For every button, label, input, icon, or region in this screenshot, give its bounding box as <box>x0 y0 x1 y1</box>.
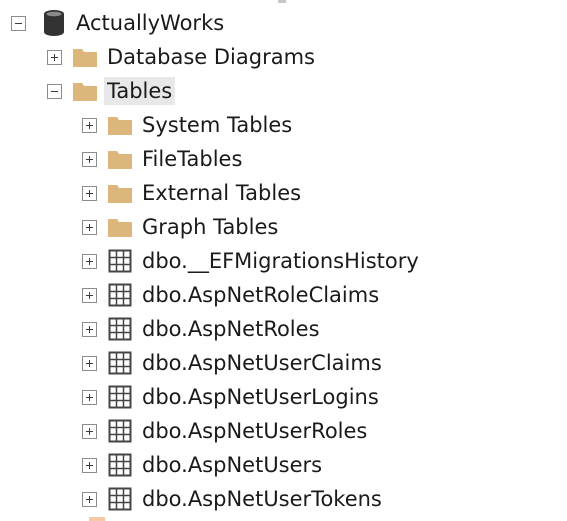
table-icon <box>106 281 134 309</box>
folder-label[interactable]: External Tables <box>139 179 304 207</box>
expand-toggle[interactable] <box>82 253 97 269</box>
folder-label[interactable]: FileTables <box>139 145 245 173</box>
expand-toggle[interactable] <box>47 49 62 65</box>
tree-node-table[interactable]: dbo.AspNetUserClaims <box>82 346 385 380</box>
tree-node-system-tables[interactable]: System Tables <box>82 108 295 142</box>
database-label[interactable]: ActuallyWorks <box>73 9 227 37</box>
table-label[interactable]: dbo.AspNetRoleClaims <box>139 281 382 309</box>
table-label[interactable]: dbo.AspNetUsers <box>139 451 325 479</box>
tree-node-external-tables[interactable]: External Tables <box>82 176 304 210</box>
folder-label[interactable]: Database Diagrams <box>104 43 318 71</box>
table-icon <box>106 247 134 275</box>
expand-toggle[interactable] <box>82 287 97 303</box>
object-explorer-tree: ActuallyWorks Database Diagrams Tables S… <box>0 0 567 521</box>
folder-icon <box>106 111 134 139</box>
tree-node-table[interactable]: dbo.AspNetUsers <box>82 448 325 482</box>
clipped-row-above <box>278 0 286 3</box>
folder-label-selected[interactable]: Tables <box>104 77 176 105</box>
tree-node-table[interactable]: dbo.AspNetRoleClaims <box>82 278 382 312</box>
expand-toggle[interactable] <box>82 185 97 201</box>
table-label[interactable]: dbo.__EFMigrationsHistory <box>139 247 422 275</box>
expand-toggle[interactable] <box>82 423 97 439</box>
tree-node-table[interactable]: dbo.AspNetRoles <box>82 312 323 346</box>
expand-toggle[interactable] <box>82 219 97 235</box>
tree-node-table[interactable]: dbo.__EFMigrationsHistory <box>82 244 422 278</box>
expand-toggle[interactable] <box>82 457 97 473</box>
table-label[interactable]: dbo.AspNetUserTokens <box>139 485 385 513</box>
folder-icon <box>71 43 99 71</box>
tree-node-tables[interactable]: Tables <box>47 74 176 108</box>
folder-icon <box>106 179 134 207</box>
expand-toggle[interactable] <box>82 389 97 405</box>
folder-icon <box>106 213 134 241</box>
folder-icon <box>106 145 134 173</box>
folder-icon <box>71 77 99 105</box>
table-label[interactable]: dbo.AspNetUserClaims <box>139 349 385 377</box>
table-label[interactable]: dbo.AspNetRoles <box>139 315 323 343</box>
expand-toggle[interactable] <box>82 355 97 371</box>
collapse-toggle[interactable] <box>47 83 62 99</box>
table-icon <box>106 349 134 377</box>
clipped-row-below <box>89 517 105 521</box>
tree-node-table[interactable]: dbo.AspNetUserLogins <box>82 380 382 414</box>
table-icon <box>106 383 134 411</box>
expand-toggle[interactable] <box>82 117 97 133</box>
tree-node-table[interactable]: dbo.AspNetUserRoles <box>82 414 370 448</box>
table-icon <box>106 451 134 479</box>
table-icon <box>106 315 134 343</box>
expand-toggle[interactable] <box>82 151 97 167</box>
tree-node-filetables[interactable]: FileTables <box>82 142 245 176</box>
table-icon <box>106 417 134 445</box>
tree-node-database-diagrams[interactable]: Database Diagrams <box>47 40 318 74</box>
tree-node-graph-tables[interactable]: Graph Tables <box>82 210 281 244</box>
expand-toggle[interactable] <box>82 321 97 337</box>
table-label[interactable]: dbo.AspNetUserRoles <box>139 417 370 445</box>
tree-node-table[interactable]: dbo.AspNetUserTokens <box>82 482 385 516</box>
folder-label[interactable]: System Tables <box>139 111 295 139</box>
table-icon <box>106 485 134 513</box>
expand-toggle[interactable] <box>82 491 97 507</box>
tree-node-database[interactable]: ActuallyWorks <box>11 6 227 40</box>
folder-label[interactable]: Graph Tables <box>139 213 281 241</box>
database-icon <box>40 9 68 37</box>
collapse-toggle[interactable] <box>11 15 26 31</box>
table-label[interactable]: dbo.AspNetUserLogins <box>139 383 382 411</box>
